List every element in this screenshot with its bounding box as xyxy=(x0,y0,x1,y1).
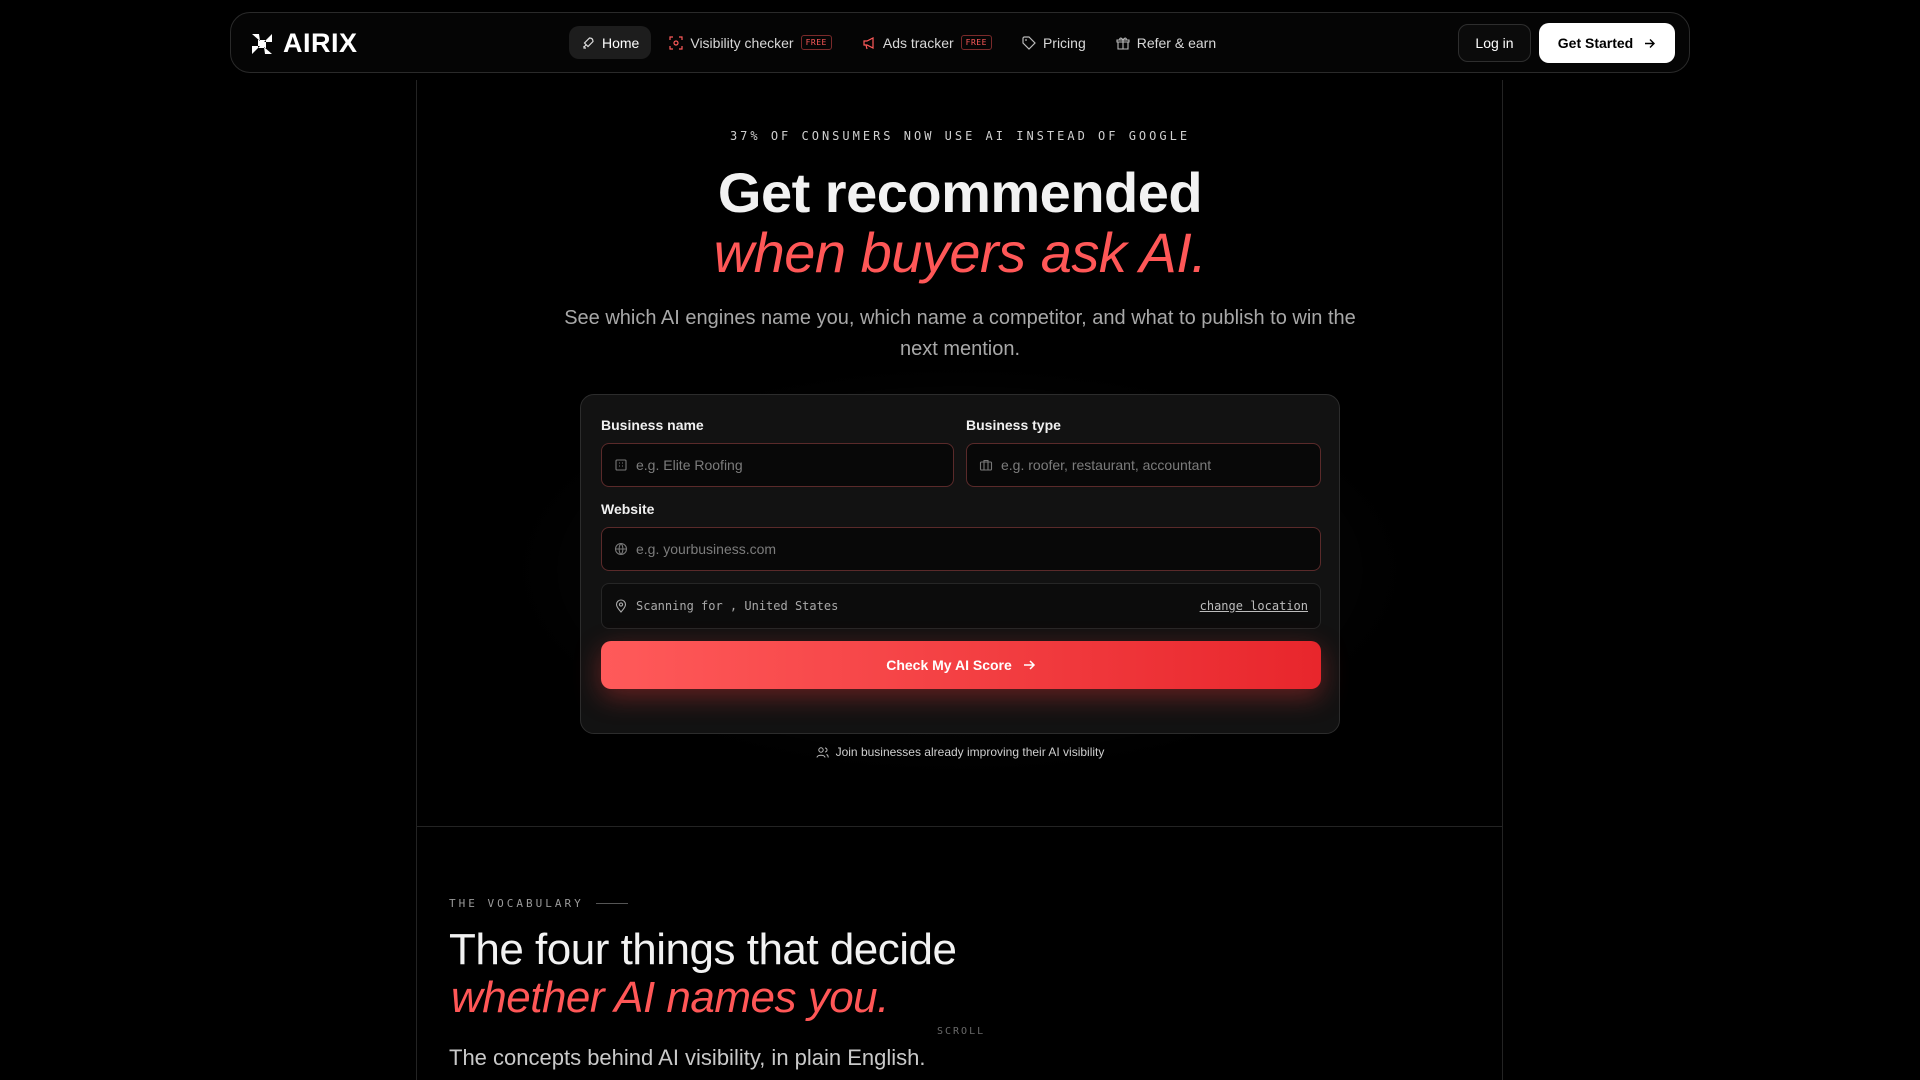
hero-subtitle: See which AI engines name you, which nam… xyxy=(564,307,1356,360)
building-icon xyxy=(615,459,627,471)
scroll-hint: SCROLL xyxy=(937,1026,986,1037)
nav-item-visibility-checker[interactable]: Visibility checker FREE xyxy=(657,26,844,59)
social-proof-text: Join businesses already improving their … xyxy=(835,745,1105,759)
get-started-label: Get Started xyxy=(1557,35,1634,51)
nav-item-label: Home xyxy=(602,34,640,51)
business-name-input[interactable] xyxy=(636,457,942,473)
megaphone-icon xyxy=(863,36,874,49)
scan-location-bar: Scanning for , United States change loca… xyxy=(601,583,1321,629)
business-name-field[interactable] xyxy=(601,443,954,487)
free-badge: FREE xyxy=(800,35,832,50)
gift-icon xyxy=(1116,37,1130,50)
map-pin-icon xyxy=(615,599,627,613)
top-nav: AIRIX Home Visibility checker FREE Ads t… xyxy=(230,12,1690,73)
website-input[interactable] xyxy=(636,541,1272,557)
vocabulary-eyebrow: THE VOCABULARY xyxy=(449,897,628,910)
logo-wordmark: AIRIX xyxy=(283,28,358,58)
hero-title: Get recommended xyxy=(717,161,1203,224)
briefcase-icon xyxy=(979,459,993,471)
nav-item-label: Ads tracker xyxy=(882,34,954,51)
vocabulary-title: The four things that decide xyxy=(449,925,957,974)
scan-icon xyxy=(669,35,683,50)
check-ai-score-button[interactable]: Check My AI Score xyxy=(601,641,1321,689)
nav-item-ads-tracker[interactable]: Ads tracker FREE xyxy=(850,26,1004,59)
free-badge: FREE xyxy=(960,35,992,50)
social-proof: Join businesses already improving their … xyxy=(0,745,1920,759)
business-name-label: Business name xyxy=(601,417,704,433)
vocabulary-eyebrow-text: THE VOCABULARY xyxy=(449,897,584,910)
hero-title-accent: when buyers ask AI. xyxy=(713,221,1207,284)
main-menu: Home Visibility checker FREE Ads tracker… xyxy=(569,26,1228,59)
tag-icon xyxy=(1022,35,1036,50)
airix-logo-icon xyxy=(252,33,272,54)
business-type-label: Business type xyxy=(966,417,1061,433)
hero-eyebrow: 37% OF CONSUMERS NOW USE AI INSTEAD OF G… xyxy=(729,129,1191,143)
scan-location-text: Scanning for , United States xyxy=(636,599,839,613)
vocabulary-title-accent: whether AI names you. xyxy=(451,973,889,1022)
nav-item-refer-earn[interactable]: Refer & earn xyxy=(1104,26,1228,59)
get-started-button[interactable]: Get Started xyxy=(1539,23,1675,63)
logo[interactable]: AIRIX xyxy=(249,28,358,59)
vocabulary-subtitle: The concepts behind AI visibility, in pl… xyxy=(449,1045,926,1070)
users-icon xyxy=(816,746,829,758)
business-type-input[interactable] xyxy=(1001,457,1308,473)
score-form-card: Business name Business type Website Scan… xyxy=(580,394,1340,734)
globe-icon xyxy=(614,542,628,556)
nav-item-home[interactable]: Home xyxy=(569,26,652,59)
section-divider xyxy=(417,826,1502,827)
rocket-icon xyxy=(583,36,594,49)
nav-item-label: Pricing xyxy=(1042,34,1086,51)
nav-item-label: Visibility checker xyxy=(690,34,794,51)
website-label: Website xyxy=(601,501,655,517)
arrow-right-icon xyxy=(1645,38,1656,48)
business-type-field[interactable] xyxy=(966,443,1321,487)
eyebrow-dash xyxy=(595,903,628,904)
website-field[interactable] xyxy=(601,527,1321,571)
change-location-link[interactable]: change location xyxy=(1200,599,1308,613)
nav-item-pricing[interactable]: Pricing xyxy=(1010,26,1098,59)
check-ai-score-label: Check My AI Score xyxy=(886,657,1012,673)
login-button[interactable]: Log in xyxy=(1458,24,1531,62)
nav-item-label: Refer & earn xyxy=(1136,34,1217,51)
arrow-right-icon xyxy=(1023,660,1035,670)
